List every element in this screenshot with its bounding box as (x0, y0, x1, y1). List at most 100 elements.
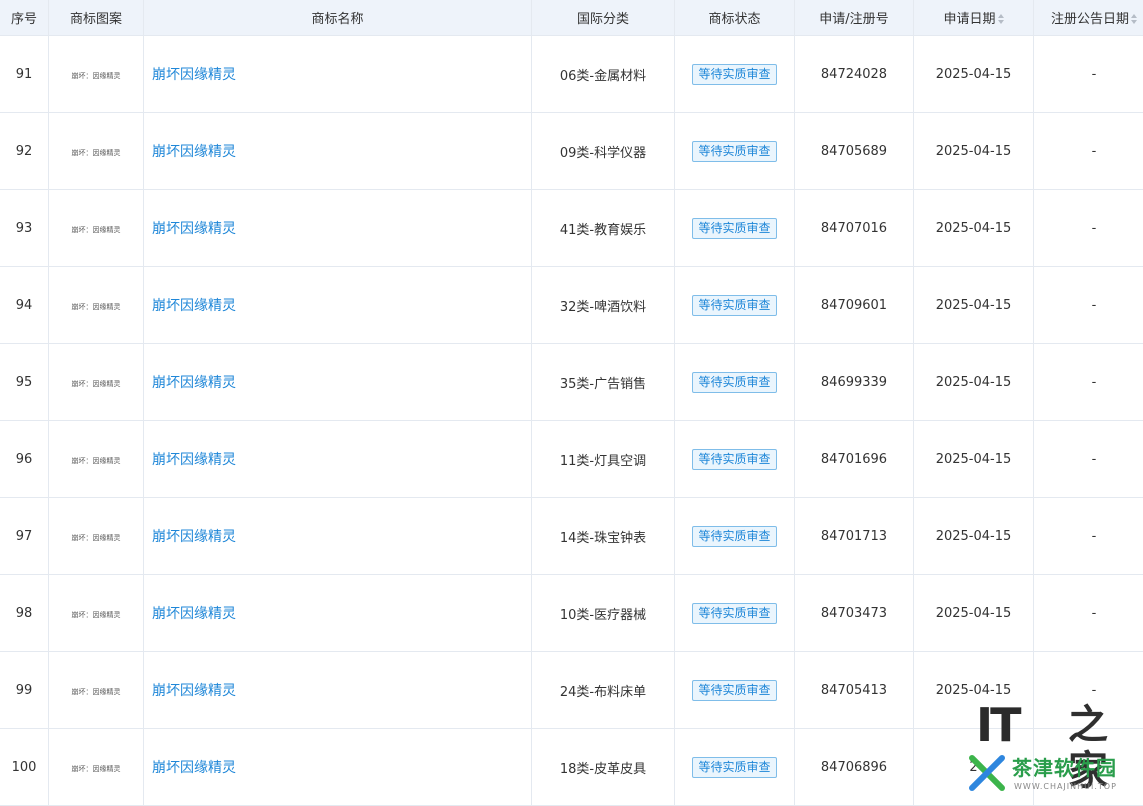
cell-status: 等待实质审查 (675, 575, 795, 652)
cell-name[interactable]: 崩坏因缘精灵 (144, 344, 532, 421)
header-name: 商标名称 (144, 0, 532, 36)
status-badge: 等待实质审查 (692, 218, 776, 239)
sort-icon[interactable] (998, 14, 1004, 24)
cell-announce-date: - (1034, 498, 1143, 575)
status-badge: 等待实质审查 (692, 603, 776, 624)
trademark-image[interactable]: 崩坏：因缘精灵 (72, 688, 121, 696)
cell-class: 06类-金属材料 (532, 36, 675, 113)
trademark-table: 序号 商标图案 商标名称 国际分类 商标状态 申请/注册号 申请日期 注册公告日… (0, 0, 1143, 806)
trademark-image[interactable]: 崩坏：因缘精灵 (72, 226, 121, 234)
cell-pattern: 崩坏：因缘精灵 (49, 344, 144, 421)
sort-icon[interactable] (1131, 14, 1137, 24)
cell-status: 等待实质审查 (675, 652, 795, 729)
table-row: 99崩坏：因缘精灵崩坏因缘精灵24类-布料床单等待实质审查84705413202… (0, 652, 1143, 729)
cell-name[interactable]: 崩坏因缘精灵 (144, 421, 532, 498)
header-apply-date[interactable]: 申请日期 (914, 0, 1034, 36)
cell-pattern: 崩坏：因缘精灵 (49, 267, 144, 344)
table-row: 94崩坏：因缘精灵崩坏因缘精灵32类-啤酒饮料等待实质审查84709601202… (0, 267, 1143, 344)
cell-class: 41类-教育娱乐 (532, 190, 675, 267)
cell-name[interactable]: 崩坏因缘精灵 (144, 498, 532, 575)
cell-name[interactable]: 崩坏因缘精灵 (144, 267, 532, 344)
cell-pattern: 崩坏：因缘精灵 (49, 652, 144, 729)
trademark-image[interactable]: 崩坏：因缘精灵 (72, 611, 121, 619)
cell-name[interactable]: 崩坏因缘精灵 (144, 729, 532, 806)
cell-name[interactable]: 崩坏因缘精灵 (144, 652, 532, 729)
header-class: 国际分类 (532, 0, 675, 36)
cell-announce-date: - (1034, 190, 1143, 267)
cell-class: 24类-布料床单 (532, 652, 675, 729)
cell-announce-date: - (1034, 267, 1143, 344)
cell-announce-date (1034, 729, 1143, 806)
cell-announce-date: - (1034, 113, 1143, 190)
cell-status: 等待实质审查 (675, 344, 795, 421)
table-row: 97崩坏：因缘精灵崩坏因缘精灵14类-珠宝钟表等待实质审查84701713202… (0, 498, 1143, 575)
table-row: 95崩坏：因缘精灵崩坏因缘精灵35类-广告销售等待实质审查84699339202… (0, 344, 1143, 421)
cell-pattern: 崩坏：因缘精灵 (49, 421, 144, 498)
cell-apply-date: 2025-04-15 (914, 652, 1034, 729)
status-badge: 等待实质审查 (692, 757, 776, 778)
trademark-image[interactable]: 崩坏：因缘精灵 (72, 303, 121, 311)
cell-status: 等待实质审查 (675, 190, 795, 267)
status-badge: 等待实质审查 (692, 680, 776, 701)
cell-class: 18类-皮革皮具 (532, 729, 675, 806)
cell-reg-no: 84703473 (795, 575, 914, 652)
header-apply-date-label: 申请日期 (943, 12, 995, 27)
cell-status: 等待实质审查 (675, 267, 795, 344)
status-badge: 等待实质审查 (692, 372, 776, 393)
cell-name[interactable]: 崩坏因缘精灵 (144, 575, 532, 652)
trademark-image[interactable]: 崩坏：因缘精灵 (72, 765, 121, 773)
trademark-image[interactable]: 崩坏：因缘精灵 (72, 149, 121, 157)
status-badge: 等待实质审查 (692, 526, 776, 547)
cell-status: 等待实质审查 (675, 113, 795, 190)
cell-apply-date: 2025-04-15 (914, 498, 1034, 575)
table-row: 93崩坏：因缘精灵崩坏因缘精灵41类-教育娱乐等待实质审查84707016202… (0, 190, 1143, 267)
table-row: 92崩坏：因缘精灵崩坏因缘精灵09类-科学仪器等待实质审查84705689202… (0, 113, 1143, 190)
cell-index: 98 (0, 575, 49, 652)
cell-name[interactable]: 崩坏因缘精灵 (144, 36, 532, 113)
cell-reg-no: 84701696 (795, 421, 914, 498)
cell-announce-date: - (1034, 421, 1143, 498)
cell-index: 94 (0, 267, 49, 344)
cell-class: 14类-珠宝钟表 (532, 498, 675, 575)
table-row: 98崩坏：因缘精灵崩坏因缘精灵10类-医疗器械等待实质审查84703473202… (0, 575, 1143, 652)
header-announce-date-label: 注册公告日期 (1051, 12, 1129, 27)
status-badge: 等待实质审查 (692, 141, 776, 162)
cell-announce-date: - (1034, 36, 1143, 113)
cell-class: 35类-广告销售 (532, 344, 675, 421)
table-header: 序号 商标图案 商标名称 国际分类 商标状态 申请/注册号 申请日期 注册公告日… (0, 0, 1143, 36)
cell-status: 等待实质审查 (675, 421, 795, 498)
cell-name[interactable]: 崩坏因缘精灵 (144, 190, 532, 267)
cell-class: 32类-啤酒饮料 (532, 267, 675, 344)
status-badge: 等待实质审查 (692, 64, 776, 85)
cell-name[interactable]: 崩坏因缘精灵 (144, 113, 532, 190)
cell-apply-date: 2025-04-15 (914, 190, 1034, 267)
cell-reg-no: 84709601 (795, 267, 914, 344)
trademark-image[interactable]: 崩坏：因缘精灵 (72, 380, 121, 388)
cell-index: 97 (0, 498, 49, 575)
cell-class: 11类-灯具空调 (532, 421, 675, 498)
table-row: 100崩坏：因缘精灵崩坏因缘精灵18类-皮革皮具等待实质审查847068962 (0, 729, 1143, 806)
cell-status: 等待实质审查 (675, 498, 795, 575)
cell-apply-date: 2025-04-15 (914, 113, 1034, 190)
cell-index: 96 (0, 421, 49, 498)
header-announce-date[interactable]: 注册公告日期 (1034, 0, 1143, 36)
cell-announce-date: - (1034, 344, 1143, 421)
cell-apply-date: 2025-04-15 (914, 421, 1034, 498)
cell-status: 等待实质审查 (675, 729, 795, 806)
table-row: 96 崩坏：因缘精灵 崩坏因缘精灵11类-灯具空调等待实质审查84701696202… (0, 421, 1143, 498)
cell-reg-no: 84707016 (795, 190, 914, 267)
cell-pattern: 崩坏：因缘精灵 (49, 190, 144, 267)
cell-status: 等待实质审查 (675, 36, 795, 113)
cell-class: 10类-医疗器械 (532, 575, 675, 652)
cell-index: 100 (0, 729, 49, 806)
cell-reg-no: 84705413 (795, 652, 914, 729)
cell-pattern: 崩坏：因缘精灵 (49, 575, 144, 652)
cell-announce-date: - (1034, 575, 1143, 652)
trademark-image[interactable]: 崩坏：因缘精灵 (72, 534, 121, 542)
header-pattern: 商标图案 (49, 0, 144, 36)
trademark-image[interactable]: 崩坏：因缘精灵 (72, 457, 121, 465)
status-badge: 等待实质审查 (692, 295, 776, 316)
header-index: 序号 (0, 0, 49, 36)
cell-index: 92 (0, 113, 49, 190)
trademark-image[interactable]: 崩坏：因缘精灵 (72, 72, 121, 80)
